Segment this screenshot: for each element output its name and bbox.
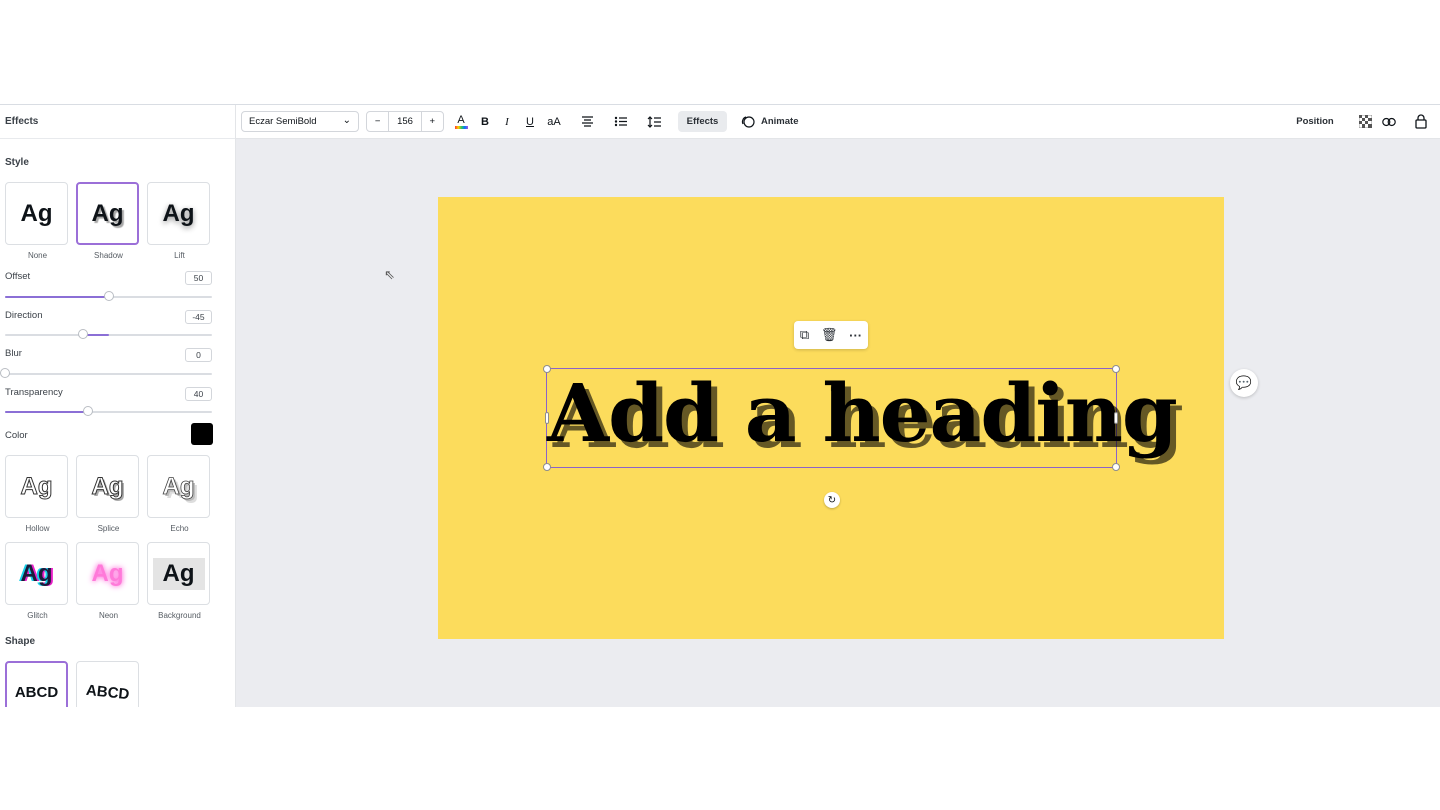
shape-section-title: Shape xyxy=(5,636,36,647)
style-hollow[interactable]: Ag xyxy=(5,455,68,518)
transparency-slider[interactable] xyxy=(5,406,212,416)
duplicate-icon[interactable]: ⧉ xyxy=(800,327,809,343)
link-icon[interactable] xyxy=(1380,105,1398,138)
font-size-input[interactable]: 156 xyxy=(389,112,422,131)
rotate-icon[interactable]: ↻ xyxy=(824,492,840,508)
shape-curve[interactable]: ABCD xyxy=(76,661,139,707)
shape-none[interactable]: ABCD xyxy=(5,661,68,707)
offset-fill xyxy=(5,296,109,298)
italic-button[interactable]: I xyxy=(498,105,516,138)
transparency-input[interactable]: 40 xyxy=(185,387,212,401)
mouse-cursor-icon: ⇖ xyxy=(384,267,395,282)
resize-handle-tr[interactable] xyxy=(1112,365,1120,373)
align-center-icon[interactable] xyxy=(577,105,597,138)
color-label: Color xyxy=(5,430,28,441)
blur-input[interactable]: 0 xyxy=(185,348,212,362)
style-echo[interactable]: Ag xyxy=(147,455,210,518)
offset-input[interactable]: 50 xyxy=(185,271,212,285)
bold-button[interactable]: B xyxy=(476,105,494,138)
style-none-label: None xyxy=(27,251,48,260)
increase-size-button[interactable]: + xyxy=(422,112,443,131)
effects-panel: Effects Style Ag Ag Ag None Shadow Lift … xyxy=(0,105,236,707)
font-name: Eczar SemiBold xyxy=(249,116,317,127)
style-section-title: Style xyxy=(5,157,29,168)
style-lift[interactable]: Ag xyxy=(147,182,210,245)
underline-button[interactable]: U xyxy=(521,105,539,138)
blur-label: Blur xyxy=(5,348,22,359)
animate-icon xyxy=(741,115,755,128)
style-sample: Ag xyxy=(20,199,53,227)
design-page[interactable]: ⧉ 🗑 ··· Add a heading ↻ xyxy=(438,197,1224,639)
style-lift-label: Lift xyxy=(174,251,185,260)
style-background[interactable]: Ag xyxy=(147,542,210,605)
style-sample: Ag xyxy=(91,559,124,587)
shape-sample: ABCD xyxy=(85,681,130,704)
transparency-knob[interactable] xyxy=(83,406,93,416)
offset-knob[interactable] xyxy=(104,291,114,301)
text-toolbar: Eczar SemiBold ⌄ − 156 + A B I U aA Effe… xyxy=(236,105,1440,139)
editor-app: Effects Style Ag Ag Ag None Shadow Lift … xyxy=(0,104,1440,707)
direction-label: Direction xyxy=(5,310,43,321)
animate-button[interactable]: Animate xyxy=(741,105,811,138)
animate-label: Animate xyxy=(761,116,799,127)
shape-sample: ABCD xyxy=(14,684,59,701)
resize-handle-right[interactable] xyxy=(1114,412,1118,424)
transparency-label: Transparency xyxy=(5,387,63,398)
color-bar xyxy=(454,125,468,129)
style-echo-label: Echo xyxy=(170,524,189,533)
blur-slider[interactable] xyxy=(0,368,212,378)
style-shadow[interactable]: Ag xyxy=(76,182,139,245)
shadow-color-swatch[interactable] xyxy=(191,423,213,445)
resize-handle-bl[interactable] xyxy=(543,463,551,471)
style-sample: Ag xyxy=(91,472,124,500)
list-icon[interactable] xyxy=(610,105,630,138)
style-neon[interactable]: Ag xyxy=(76,542,139,605)
style-sample: Ag xyxy=(162,199,195,227)
style-shadow-label: Shadow xyxy=(94,251,123,260)
chevron-down-icon: ⌄ xyxy=(342,115,351,126)
font-dropdown[interactable]: Eczar SemiBold ⌄ xyxy=(241,111,359,132)
style-hollow-label: Hollow xyxy=(25,524,50,533)
style-sample: Ag xyxy=(152,557,205,590)
font-size-stepper: − 156 + xyxy=(366,111,444,132)
blur-knob[interactable] xyxy=(0,368,10,378)
style-neon-label: Neon xyxy=(98,611,119,620)
direction-input[interactable]: -45 xyxy=(185,310,212,324)
style-glitch-label: Glitch xyxy=(27,611,48,620)
letter-case-button[interactable]: aA xyxy=(543,105,565,138)
canvas-area: ⇖ ⧉ 🗑 ··· Add a heading ↻ 💬 xyxy=(236,139,1440,707)
style-glitch[interactable]: Ag xyxy=(5,542,68,605)
resize-handle-br[interactable] xyxy=(1112,463,1120,471)
text-color-icon: A xyxy=(457,113,465,126)
lock-icon[interactable] xyxy=(1412,105,1430,138)
position-button[interactable]: Position xyxy=(1290,105,1340,138)
heading-text[interactable]: Add a heading xyxy=(547,363,1178,463)
resize-handle-left[interactable] xyxy=(545,412,549,424)
style-splice[interactable]: Ag xyxy=(76,455,139,518)
style-background-label: Background xyxy=(158,611,201,620)
style-sample: Ag xyxy=(20,472,53,500)
transparency-fill xyxy=(5,411,88,413)
decrease-size-button[interactable]: − xyxy=(367,112,390,131)
direction-slider[interactable] xyxy=(5,329,212,339)
text-selection-box[interactable]: Add a heading xyxy=(543,365,1178,471)
resize-handle-tl[interactable] xyxy=(543,365,551,373)
transparency-icon[interactable] xyxy=(1356,105,1374,138)
direction-knob[interactable] xyxy=(78,329,88,339)
spacing-icon[interactable] xyxy=(644,105,664,138)
style-splice-label: Splice xyxy=(97,524,120,533)
style-sample: Ag xyxy=(91,199,124,227)
panel-title: Effects xyxy=(0,105,235,139)
style-sample: Ag xyxy=(20,559,53,587)
style-sample: Ag xyxy=(162,472,195,500)
offset-label: Offset xyxy=(5,271,31,282)
offset-slider[interactable] xyxy=(5,291,212,301)
style-none[interactable]: Ag xyxy=(5,182,68,245)
effects-button[interactable]: Effects xyxy=(678,111,727,132)
more-icon[interactable]: ··· xyxy=(849,328,862,343)
comment-add-icon[interactable]: 💬 xyxy=(1230,369,1258,397)
text-color-button[interactable]: A xyxy=(451,105,471,138)
element-toolbar: ⧉ 🗑 ··· xyxy=(794,321,868,349)
trash-icon[interactable]: 🗑 xyxy=(821,327,838,343)
